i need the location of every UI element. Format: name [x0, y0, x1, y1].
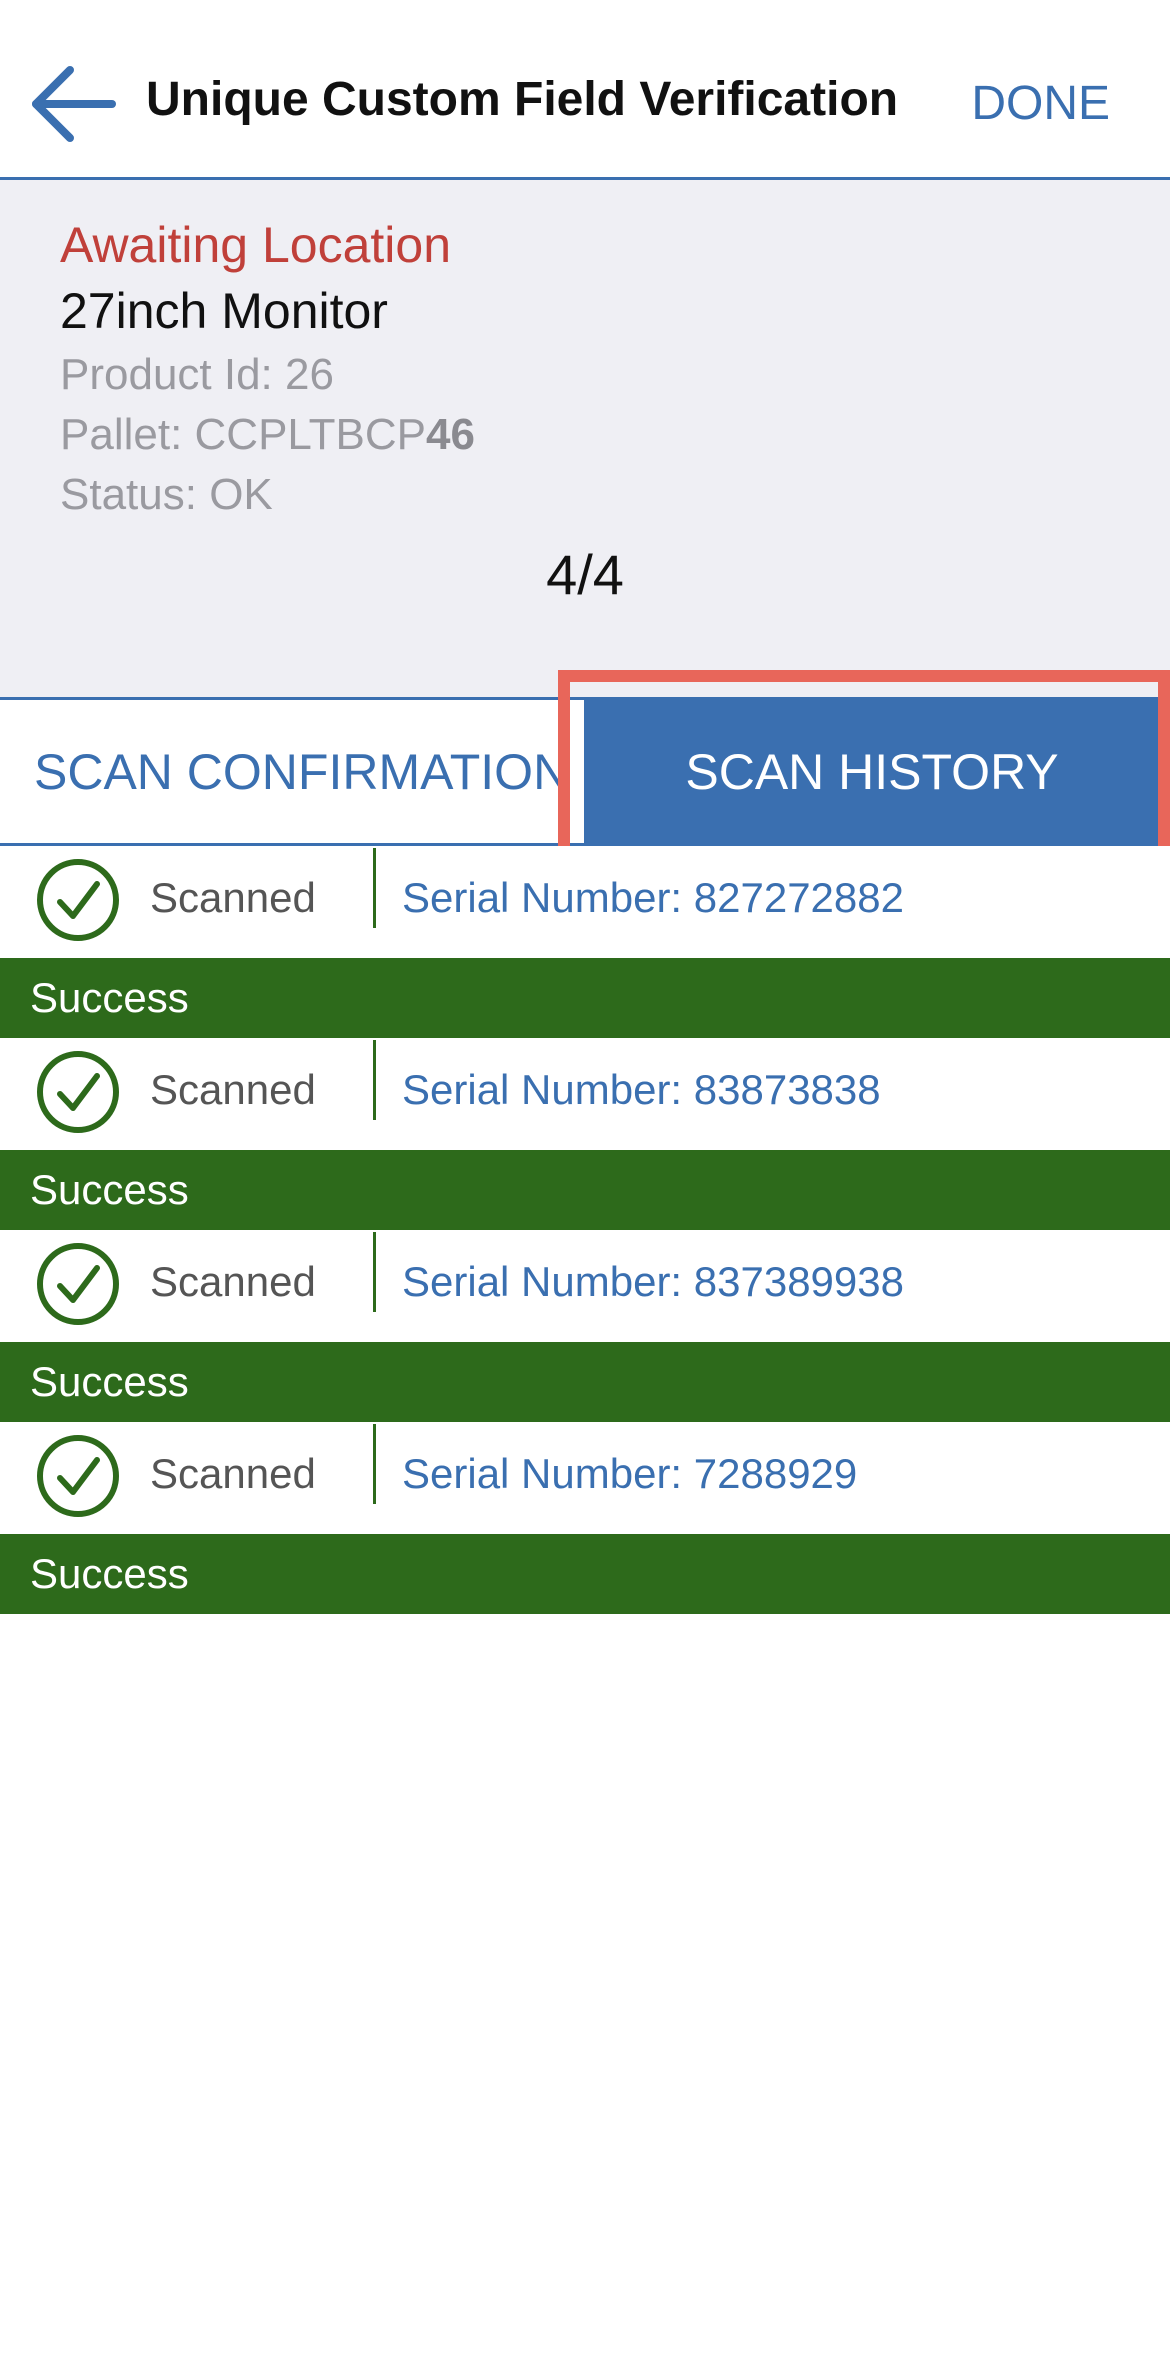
scan-state-label: Scanned	[150, 1258, 316, 1305]
scan-entry[interactable]: Scanned Serial Number: 827272882	[0, 846, 1170, 958]
product-name: 27inch Monitor	[60, 283, 388, 339]
serial-number: Serial Number: 827272882	[402, 874, 904, 921]
pallet-prefix: Pallet: CCPLTBCP	[60, 410, 426, 459]
scan-entry[interactable]: Scanned Serial Number: 83873838	[0, 1038, 1170, 1150]
scan-state-label: Scanned	[150, 874, 316, 921]
scan-result-bar: Success	[0, 1150, 1170, 1230]
tab-bar: SCAN CONFIRMATION SCAN HISTORY	[0, 700, 1170, 846]
scan-result-bar: Success	[0, 1534, 1170, 1614]
item-status: Status: OK	[60, 470, 273, 519]
scan-entry[interactable]: Scanned Serial Number: 837389938	[0, 1230, 1170, 1342]
scan-history-list: Scanned Serial Number: 827272882 Success…	[0, 846, 1170, 1614]
pallet-id: Pallet: CCPLTBCP46	[60, 410, 475, 460]
list-item: Scanned Serial Number: 7288929 Success	[0, 1422, 1170, 1614]
check-circle-icon	[37, 1435, 119, 1517]
serial-number: Serial Number: 7288929	[402, 1450, 858, 1497]
tab-scan-history[interactable]: SCAN HISTORY	[584, 700, 1160, 843]
tab-scan-confirmation[interactable]: SCAN CONFIRMATION	[0, 700, 584, 843]
check-circle-icon	[37, 1051, 119, 1133]
scan-state-label: Scanned	[150, 1066, 316, 1113]
divider	[373, 1424, 376, 1504]
scan-entry[interactable]: Scanned Serial Number: 7288929	[0, 1422, 1170, 1534]
scan-counter: 4/4	[546, 543, 624, 606]
list-item: Scanned Serial Number: 827272882 Success	[0, 846, 1170, 1038]
serial-number: Serial Number: 837389938	[402, 1258, 904, 1305]
app-header: Unique Custom Field Verification DONE	[0, 0, 1170, 180]
scan-result-bar: Success	[0, 1342, 1170, 1422]
divider	[373, 1040, 376, 1120]
list-item: Scanned Serial Number: 837389938 Success	[0, 1230, 1170, 1422]
serial-number: Serial Number: 83873838	[402, 1066, 881, 1113]
pallet-suffix: 46	[425, 410, 475, 459]
divider	[373, 848, 376, 928]
divider	[373, 1232, 376, 1312]
location-status: Awaiting Location	[60, 217, 452, 273]
scan-result-bar: Success	[0, 958, 1170, 1038]
list-item: Scanned Serial Number: 83873838 Success	[0, 1038, 1170, 1230]
page-title: Unique Custom Field Verification	[146, 73, 899, 126]
product-id: Product Id: 26	[60, 350, 334, 399]
arrow-left-icon	[32, 66, 116, 142]
check-circle-icon	[37, 1243, 119, 1325]
product-info-panel: Awaiting Location 27inch Monitor Product…	[0, 180, 1170, 700]
scan-state-label: Scanned	[150, 1450, 316, 1497]
back-button[interactable]	[24, 56, 120, 152]
check-circle-icon	[37, 859, 119, 941]
done-button[interactable]: DONE	[971, 76, 1110, 131]
